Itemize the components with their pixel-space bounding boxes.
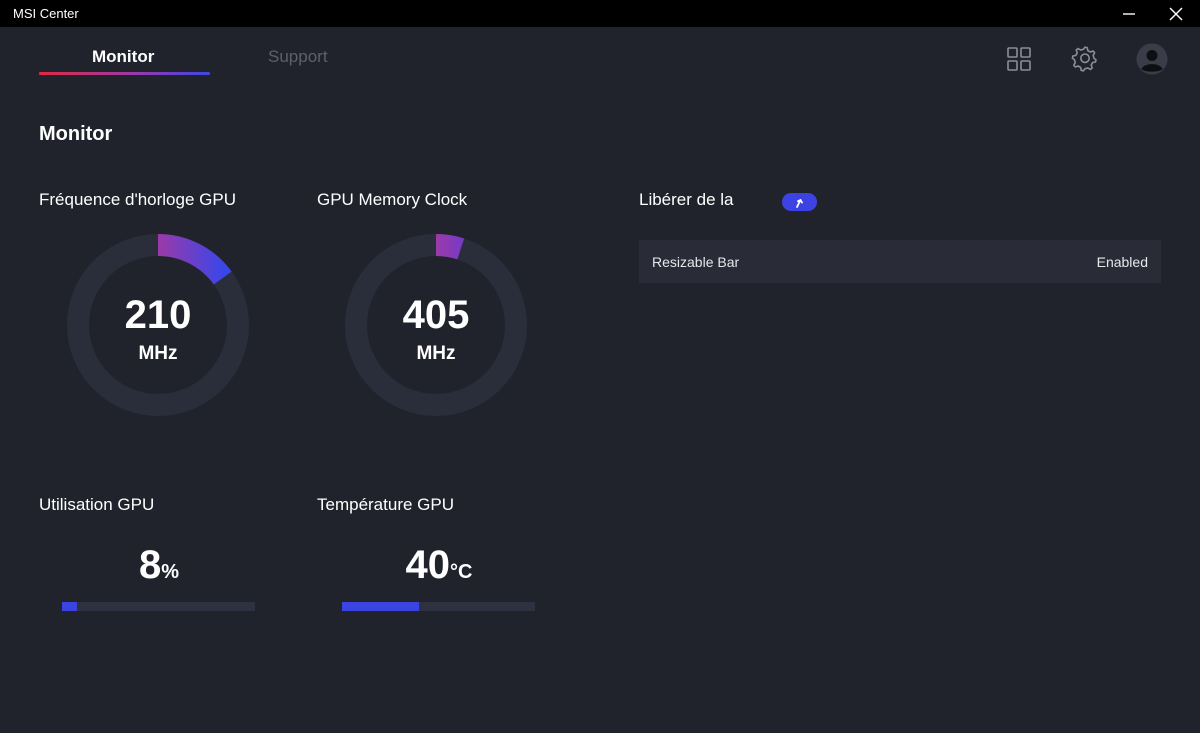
gpu-temp-value: 40	[405, 543, 451, 587]
gpu-clock-value: 210	[124, 293, 192, 337]
gpu-usage-unit: %	[161, 561, 180, 583]
gpu-clock-label: Fréquence d'horloge GPU	[39, 190, 236, 209]
gpu-usage-value: 8	[138, 543, 162, 587]
memory-clock-unit: MHz	[416, 343, 456, 364]
gpu-clock-unit: MHz	[138, 343, 178, 364]
grid-button[interactable]	[1005, 45, 1033, 73]
tab-support[interactable]: Support	[268, 47, 328, 67]
gauge-arc	[435, 234, 465, 260]
close-icon	[1169, 7, 1183, 20]
info-row-key: Resizable Bar	[652, 254, 740, 270]
gpu-usage-bar-fill	[62, 602, 77, 611]
user-avatar-button[interactable]	[1136, 43, 1168, 75]
memory-clock-label: GPU Memory Clock	[317, 190, 468, 209]
release-label: Libérer de la	[639, 190, 734, 209]
gpu-usage-bar	[62, 602, 255, 611]
gpu-temp-bar	[342, 602, 535, 611]
active-tab-indicator	[39, 72, 210, 75]
gpu-temp-unit: °C	[450, 561, 473, 583]
tab-monitor[interactable]: Monitor	[92, 47, 154, 67]
gpu-usage-readout: 8%	[62, 543, 256, 588]
gpu-temp-label: Température GPU	[317, 495, 454, 514]
gpu-temp-readout: 40°C	[342, 543, 536, 588]
page-title: Monitor	[39, 123, 113, 145]
release-toggle-button[interactable]	[782, 193, 817, 211]
close-button[interactable]	[1153, 0, 1199, 27]
minimize-button[interactable]	[1106, 0, 1152, 27]
app-body: Monitor Support Monitor Fréquence d'horl…	[0, 27, 1200, 733]
avatar-icon	[1136, 43, 1168, 75]
grid-icon	[1007, 47, 1031, 71]
settings-button[interactable]	[1071, 45, 1099, 73]
gpu-usage-label: Utilisation GPU	[39, 495, 155, 514]
memory-clock-gauge: 405 MHz	[344, 233, 528, 417]
gear-icon	[1071, 46, 1097, 72]
info-row-value: Enabled	[1096, 254, 1148, 270]
app-title: MSI Center	[13, 6, 79, 21]
arrow-up-icon	[795, 199, 803, 208]
resizable-bar-row: Resizable Bar Enabled	[639, 240, 1161, 283]
memory-clock-value: 405	[402, 293, 470, 337]
gauge-arc	[157, 234, 232, 285]
gpu-temp-bar-fill	[342, 602, 419, 611]
gpu-clock-gauge: 210 MHz	[66, 233, 250, 417]
minimize-icon	[1123, 12, 1135, 15]
title-bar: MSI Center	[0, 0, 1200, 27]
